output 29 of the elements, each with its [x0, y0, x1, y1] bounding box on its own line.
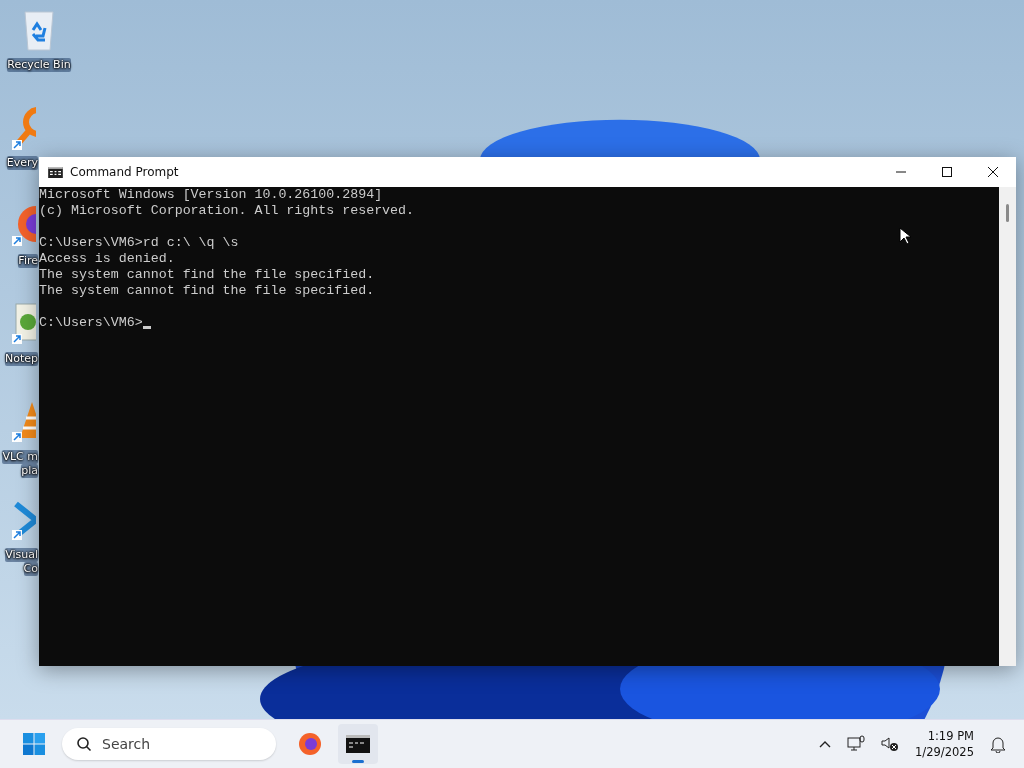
magnifier-icon[interactable]: [12, 106, 36, 150]
console-line: Microsoft Windows [Version 10.0.26100.2894]: [39, 187, 383, 203]
search-icon: [76, 736, 92, 752]
console-line: (c) Microsoft Corporation. All rights reserved.: [39, 203, 415, 219]
console-line: C:\Users\VM6>rd c:\ \q \s: [39, 235, 239, 251]
notepad-icon[interactable]: [12, 302, 36, 346]
bell-icon[interactable]: [990, 735, 1006, 753]
clock-date[interactable]: 1/29/2025: [915, 744, 974, 760]
window-title: Command Prompt: [70, 165, 179, 179]
terminal-taskbar-button[interactable]: [338, 724, 378, 764]
scrollbar[interactable]: [999, 187, 1016, 666]
search-field[interactable]: Search: [62, 728, 276, 760]
scrollbar-thumb[interactable]: [1006, 204, 1009, 222]
speaker-muted-icon[interactable]: [881, 736, 900, 752]
terminal-icon: [346, 735, 370, 753]
mouse-pointer-icon: [899, 227, 911, 245]
close-icon: [987, 166, 999, 178]
network-icon[interactable]: [847, 735, 866, 753]
maximize-icon: [941, 166, 953, 178]
cone-icon[interactable]: [12, 400, 36, 444]
console-line: Access is denied.: [39, 251, 175, 267]
chevron-up-icon[interactable]: [819, 740, 832, 748]
console-line: C:\Users\VM6>: [39, 315, 143, 331]
console-line: The system cannot find the file specified.: [39, 283, 375, 299]
windows-logo-icon: [22, 732, 46, 756]
browser-icon: [298, 732, 322, 756]
terminal-icon: [48, 166, 63, 178]
console-line: The system cannot find the file specified.: [39, 267, 375, 283]
clock-time[interactable]: 1:19 PM: [927, 728, 974, 744]
